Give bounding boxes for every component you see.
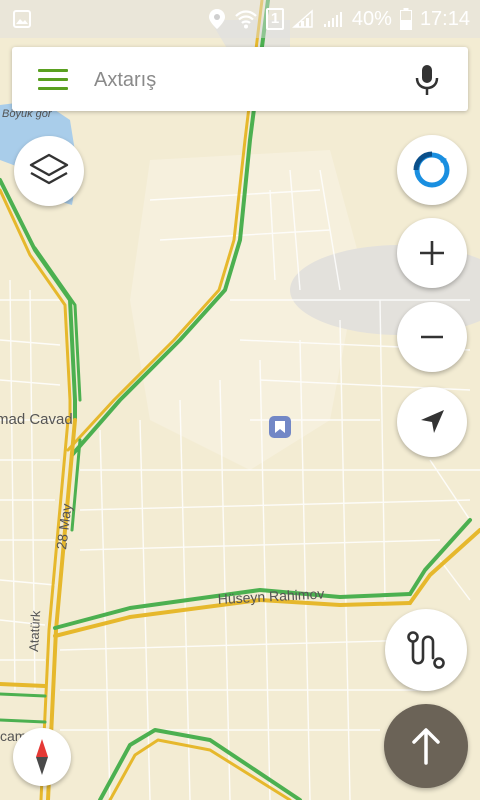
street-label-ataturk: Atatürk — [26, 610, 43, 652]
minus-icon — [421, 335, 443, 339]
zoom-in-button[interactable] — [397, 218, 467, 288]
compass-icon — [413, 151, 450, 188]
route-icon — [407, 631, 445, 669]
place-marker[interactable] — [269, 416, 291, 438]
image-icon — [13, 10, 31, 28]
signal-icon — [291, 9, 313, 28]
zoom-out-button[interactable] — [397, 302, 467, 372]
sim-icon: 1 — [265, 8, 284, 30]
route-button[interactable] — [385, 609, 467, 691]
signal-icon-2 — [323, 12, 342, 27]
clock: 17:14 — [419, 7, 470, 30]
microphone-icon[interactable] — [414, 64, 440, 96]
search-bar — [12, 47, 468, 111]
menu-button[interactable] — [38, 69, 68, 91]
street-label-cavad: mad Cavad — [0, 411, 73, 428]
my-location-button[interactable] — [397, 387, 467, 457]
go-button[interactable] — [384, 704, 468, 788]
layers-icon — [29, 153, 69, 185]
hamburger-icon — [38, 69, 68, 72]
location-icon — [208, 9, 225, 29]
plus-icon — [420, 241, 444, 265]
battery-icon — [399, 8, 412, 30]
north-indicator-button[interactable] — [13, 728, 71, 786]
sim-number: 1 — [270, 10, 280, 27]
hamburger-line — [38, 78, 68, 81]
wifi-icon — [235, 10, 257, 29]
navigation-arrow-icon — [421, 410, 444, 433]
layers-button[interactable] — [14, 136, 84, 206]
arrow-up-icon — [412, 728, 440, 765]
north-arrow-icon — [36, 739, 48, 775]
battery-percent: 40% — [351, 7, 392, 30]
search-input[interactable] — [94, 67, 394, 93]
compass-button[interactable] — [397, 135, 467, 205]
hamburger-line — [38, 87, 68, 90]
status-bar: 1 40% 17:14 — [0, 0, 480, 38]
